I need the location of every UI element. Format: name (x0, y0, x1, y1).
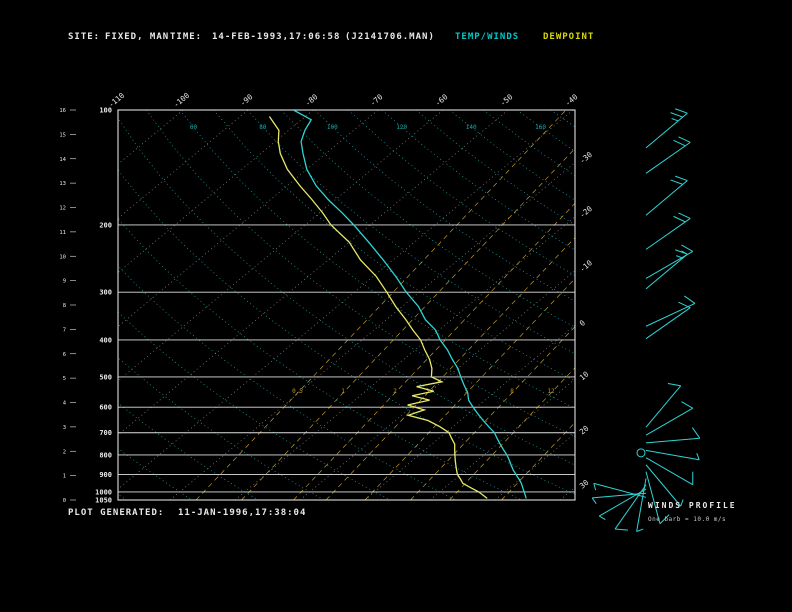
svg-text:60: 60 (190, 124, 198, 131)
svg-text:900: 900 (99, 471, 112, 479)
svg-text:-40: -40 (563, 92, 580, 108)
svg-text:6: 6 (63, 352, 66, 358)
svg-text:7: 7 (63, 327, 66, 333)
wind-barbs (591, 108, 701, 532)
plot-generated-label: PLOT GENERATED: (68, 508, 165, 518)
svg-text:0.5: 0.5 (292, 388, 303, 395)
svg-text:1000: 1000 (95, 488, 112, 496)
svg-text:10: 10 (578, 369, 591, 382)
temperature-trace (293, 110, 527, 499)
svg-text:14: 14 (59, 157, 66, 163)
mixing-ratio-lines (195, 110, 575, 500)
svg-text:800: 800 (99, 451, 112, 459)
svg-text:160: 160 (535, 124, 546, 131)
svg-text:-10: -10 (578, 258, 595, 274)
svg-text:30: 30 (578, 478, 591, 491)
svg-text:11: 11 (59, 230, 66, 236)
svg-text:5: 5 (63, 376, 66, 382)
adiabat-labels: 60 80 100 120 140 160 (190, 124, 547, 131)
svg-text:15: 15 (59, 132, 66, 138)
svg-text:-60: -60 (433, 92, 450, 108)
svg-text:4: 4 (63, 401, 67, 407)
height-axis: 012345678910111213141516 (59, 108, 76, 504)
svg-text:-50: -50 (498, 92, 515, 108)
svg-text:13: 13 (59, 181, 66, 187)
svg-text:8: 8 (510, 388, 514, 395)
barb-scale-note: One barb = 10.0 m/s (648, 516, 727, 523)
svg-text:500: 500 (99, 373, 112, 381)
isobar-lines (118, 109, 575, 501)
svg-text:-100: -100 (172, 91, 192, 110)
svg-text:-30: -30 (578, 150, 595, 166)
svg-text:8: 8 (63, 303, 66, 309)
svg-text:-110: -110 (107, 91, 127, 110)
svg-text:16: 16 (59, 108, 66, 114)
plot-generated-value: 11-JAN-1996,17:38:04 (178, 508, 307, 518)
svg-text:-80: -80 (303, 92, 320, 108)
svg-text:3: 3 (63, 425, 66, 431)
svg-text:140: 140 (466, 124, 477, 131)
svg-text:1: 1 (341, 388, 345, 395)
top-temp-labels: -110 -100 -90 -80 -70 -60 -50 -40 (107, 91, 580, 110)
svg-text:-20: -20 (578, 204, 595, 220)
pressure-labels: 10020030040050060070080090010001050 (95, 107, 112, 505)
svg-text:80: 80 (259, 124, 267, 131)
plot-frame (117, 109, 576, 501)
svg-text:9: 9 (63, 279, 66, 285)
svg-text:400: 400 (99, 336, 112, 344)
right-temp-labels: -30 -20 -10 0 10 20 30 (578, 150, 595, 491)
svg-text:600: 600 (99, 404, 112, 412)
svg-text:10: 10 (59, 254, 66, 260)
isotherm-lines (118, 110, 575, 500)
svg-text:2: 2 (63, 449, 66, 455)
svg-text:12: 12 (547, 388, 555, 395)
svg-text:2: 2 (393, 388, 397, 395)
winds-profile-title: WINDS PROFILE (648, 501, 737, 510)
svg-text:700: 700 (99, 429, 112, 437)
svg-text:200: 200 (99, 221, 112, 229)
svg-text:0: 0 (63, 498, 66, 504)
svg-text:12: 12 (59, 206, 66, 212)
svg-text:100: 100 (327, 124, 338, 131)
svg-text:120: 120 (396, 124, 407, 131)
svg-text:1050: 1050 (95, 497, 112, 505)
dry-adiabat-lines (118, 110, 575, 500)
svg-text:-70: -70 (368, 92, 385, 108)
svg-text:-90: -90 (238, 92, 255, 108)
svg-text:1: 1 (63, 474, 66, 480)
svg-text:300: 300 (99, 289, 112, 297)
svg-text:0: 0 (578, 318, 588, 328)
svg-text:20: 20 (578, 423, 591, 436)
sounding-viewer: SITE: FIXED, MAN TIME: 14-FEB-1993,17:06… (0, 0, 792, 612)
